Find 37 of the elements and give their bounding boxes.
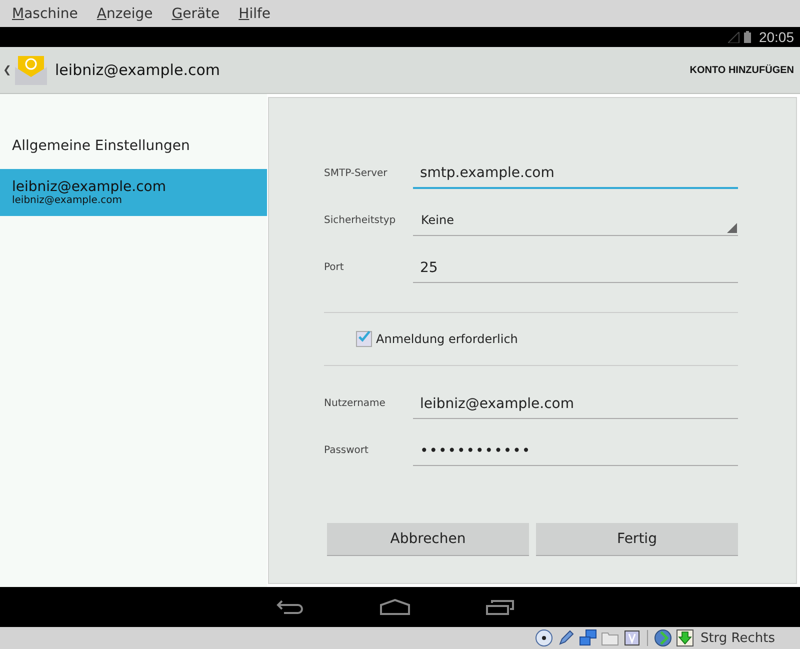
recent-apps-icon[interactable] — [486, 599, 514, 615]
add-account-button[interactable]: KONTO HINZUFÜGEN — [684, 50, 800, 90]
signal-icon — [728, 32, 740, 42]
back-button[interactable]: ❮ — [0, 50, 49, 90]
sidebar-item[interactable]: leibniz@example.com leibniz@example.com — [0, 169, 267, 216]
battery-icon — [744, 31, 751, 43]
input-field[interactable]: smtp.example.com — [413, 165, 738, 189]
field-label: Sicherheitstyp — [324, 215, 397, 228]
chip-icon[interactable] — [623, 629, 642, 647]
menu-item[interactable]: Hilfe — [238, 6, 271, 22]
pen-icon[interactable] — [557, 629, 576, 647]
clock-time: 20:05 — [758, 29, 794, 45]
envelope-icon — [13, 53, 49, 87]
input-field[interactable]: leibniz@example.com — [413, 396, 738, 419]
back-icon[interactable] — [276, 599, 304, 615]
sidebar-item[interactable]: Allgemeine Einstellungen — [0, 122, 267, 169]
field-label: Port — [324, 262, 345, 275]
account-title: leibniz@example.com — [55, 61, 220, 79]
download-icon[interactable] — [676, 629, 694, 647]
dropdown-arrow-icon — [727, 223, 737, 233]
field-label: SMTP-Server — [324, 168, 388, 181]
network-icon[interactable] — [579, 629, 598, 647]
checkbox-label: Anmeldung erforderlich — [376, 332, 518, 346]
menu-item[interactable]: Geräte — [172, 6, 220, 22]
host-key-label: Strg Rechts — [700, 630, 775, 646]
input-field[interactable]: 25 — [413, 260, 738, 283]
password-field[interactable]: •••••••••••• — [413, 443, 738, 466]
cancel-button[interactable]: Abbrechen — [327, 523, 529, 556]
security-dropdown[interactable]: Keine — [413, 213, 738, 236]
done-button[interactable]: Fertig — [536, 523, 738, 556]
disc-icon[interactable] — [535, 629, 554, 647]
menu-item[interactable]: Maschine — [12, 6, 78, 22]
field-label: Nutzername — [324, 398, 386, 411]
home-icon[interactable] — [380, 599, 410, 615]
menu-item[interactable]: Anzeige — [96, 6, 153, 22]
field-label: Passwort — [324, 445, 370, 458]
checkbox[interactable] — [356, 331, 372, 347]
